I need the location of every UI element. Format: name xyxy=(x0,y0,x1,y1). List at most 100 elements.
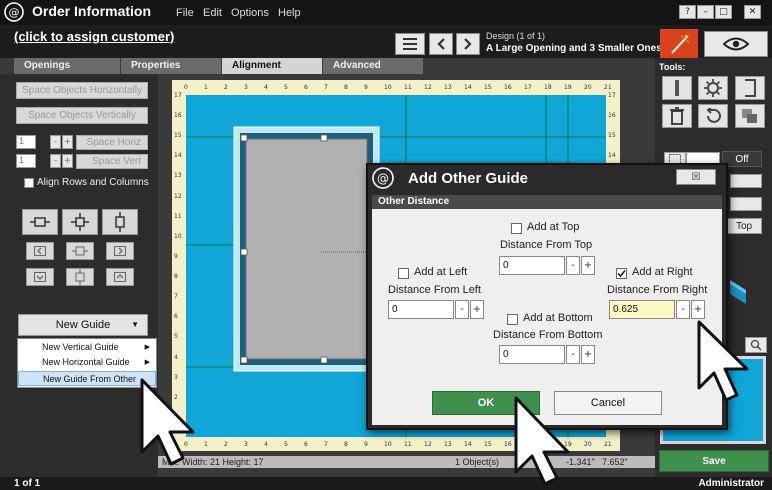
space-horiz-count-input[interactable]: 1 xyxy=(16,135,36,149)
assign-customer-link[interactable]: (click to assign customer) xyxy=(14,29,174,44)
copy-icon[interactable] xyxy=(735,104,765,128)
distance-from-bottom-minus[interactable]: - xyxy=(566,345,580,364)
ruler-bottom-tick: 11 xyxy=(404,441,412,448)
previous-design-button[interactable] xyxy=(429,33,453,55)
ruler-bottom-tick: 12 xyxy=(424,441,432,448)
space-horiz-plus[interactable]: + xyxy=(62,135,73,149)
ruler-right-tick: 16 xyxy=(608,112,616,120)
align-top-icon[interactable] xyxy=(106,268,134,286)
space-vert-minus[interactable]: - xyxy=(50,154,61,168)
tab-properties[interactable]: Properties xyxy=(121,58,221,74)
save-button[interactable]: Save xyxy=(659,450,769,472)
distance-from-bottom-plus[interactable]: + xyxy=(581,345,595,364)
top-button[interactable]: Top xyxy=(726,218,762,234)
off-toggle[interactable]: Off xyxy=(722,151,762,167)
cursor-y: 7.652" xyxy=(602,457,628,467)
space-vert-count-input[interactable]: 1 xyxy=(16,154,36,168)
app-logo-icon: @ xyxy=(4,2,24,22)
next-design-button[interactable] xyxy=(456,33,480,55)
ruler-bottom-tick: 16 xyxy=(504,441,512,448)
new-guide-dropdown[interactable]: New Guide ▼ xyxy=(18,314,148,336)
distance-from-left-plus[interactable]: + xyxy=(470,300,484,319)
pointer-arrow-icon xyxy=(140,378,195,466)
align-center-icon[interactable] xyxy=(62,209,98,235)
help-window-icon[interactable]: ? xyxy=(679,5,696,19)
distance-from-bottom-input[interactable]: 0 xyxy=(499,345,565,364)
svg-text:@: @ xyxy=(377,172,389,186)
add-at-right-checkbox[interactable] xyxy=(616,268,627,279)
gear-icon[interactable] xyxy=(698,76,728,100)
trash-icon[interactable] xyxy=(662,104,692,128)
ruler-bottom-tick: 15 xyxy=(484,441,492,448)
align-right-icon[interactable] xyxy=(106,242,134,260)
ruler-left-tick: 7 xyxy=(174,293,178,301)
distance-from-top-input[interactable]: 0 xyxy=(499,256,565,275)
align-top-bottom-icon[interactable] xyxy=(102,209,138,235)
ruler-top-tick: 9 xyxy=(364,84,368,91)
add-at-bottom-label: Add at Bottom xyxy=(523,312,593,324)
distance-from-left-input[interactable]: 0 xyxy=(388,300,454,319)
align-rows-checkbox[interactable] xyxy=(24,178,34,188)
tool-option-field-2[interactable] xyxy=(730,197,762,211)
menu-help[interactable]: Help xyxy=(278,7,301,19)
space-objects-vertically-button[interactable]: Space Objects Vertically xyxy=(16,107,148,124)
space-objects-horizontally-button[interactable]: Space Objects Horizontally xyxy=(16,82,148,99)
tool-option-field-1[interactable] xyxy=(730,174,762,188)
ruler-top-tick: 11 xyxy=(404,84,412,91)
distance-from-right-plus[interactable]: + xyxy=(691,300,705,319)
add-at-top-checkbox[interactable] xyxy=(511,223,522,234)
knife-icon[interactable] xyxy=(662,76,692,100)
status-bar xyxy=(0,477,772,490)
bracket-icon[interactable] xyxy=(735,76,765,100)
ruler-bottom-tick: 14 xyxy=(464,441,472,448)
ruler-left-tick: 15 xyxy=(174,132,182,140)
distance-from-left-minus[interactable]: - xyxy=(455,300,469,319)
align-left-right-icon[interactable] xyxy=(22,209,58,235)
close-window-icon[interactable]: ✕ xyxy=(744,5,761,19)
hamburger-menu-icon[interactable] xyxy=(395,33,425,55)
maximize-icon[interactable]: □ xyxy=(715,5,732,19)
distance-from-top-minus[interactable]: - xyxy=(566,256,580,275)
ruler-top-tick: 12 xyxy=(424,84,432,91)
space-vert-plus[interactable]: + xyxy=(62,154,73,168)
space-horiz-button[interactable]: Space Horiz xyxy=(76,135,148,150)
menu-edit[interactable]: Edit xyxy=(203,7,222,19)
menu-options[interactable]: Options xyxy=(231,7,269,19)
tab-openings[interactable]: Openings xyxy=(14,58,120,74)
align-left-icon[interactable] xyxy=(26,242,54,260)
add-at-bottom-checkbox[interactable] xyxy=(507,314,518,325)
dialog-title: Add Other Guide xyxy=(408,170,528,187)
add-at-left-checkbox[interactable] xyxy=(398,268,409,279)
ruler-left-tick: 11 xyxy=(174,212,182,220)
tab-alignment[interactable]: Alignment xyxy=(222,58,322,74)
pointer-arrow-icon xyxy=(697,320,749,402)
ruler-bottom-tick: 13 xyxy=(444,441,452,448)
align-bottom-icon[interactable] xyxy=(26,268,54,286)
ruler-top-tick: 15 xyxy=(484,84,492,91)
menu-item-new-vertical-guide[interactable]: New Vertical Guide ▶ xyxy=(18,340,156,355)
ruler-bottom-tick: 20 xyxy=(584,441,592,448)
tab-advanced[interactable]: Advanced xyxy=(323,58,423,74)
ruler-top-tick: 14 xyxy=(464,84,472,91)
ruler-top-tick: 17 xyxy=(524,84,532,91)
space-vert-button[interactable]: Space Vert xyxy=(76,154,148,169)
menu-file[interactable]: File xyxy=(176,7,194,19)
preview-eye-button[interactable] xyxy=(704,31,768,57)
align-horizontal-center-icon[interactable] xyxy=(66,242,94,260)
ruler-left-tick: 14 xyxy=(174,152,182,160)
space-horiz-minus[interactable]: - xyxy=(50,135,61,149)
ruler-top-tick: 21 xyxy=(604,84,612,91)
magic-wand-button[interactable] xyxy=(660,29,698,61)
minimize-icon[interactable]: – xyxy=(697,5,714,19)
align-vertical-center-icon[interactable] xyxy=(66,268,94,286)
dialog-close-button[interactable]: ☒ xyxy=(676,169,716,185)
new-guide-label: New Guide xyxy=(55,319,111,331)
undo-icon[interactable] xyxy=(698,104,728,128)
menu-item-new-guide-from-other[interactable]: New Guide From Other xyxy=(18,371,156,386)
distance-from-top-plus[interactable]: + xyxy=(581,256,595,275)
ruler-left-tick: 12 xyxy=(174,192,182,200)
add-at-right-label: Add at Right xyxy=(632,266,693,278)
menu-item-new-horizontal-guide[interactable]: New Horizontal Guide ▶ xyxy=(18,355,156,370)
distance-from-right-input[interactable]: 0.625 xyxy=(609,300,675,319)
distance-from-right-minus[interactable]: - xyxy=(676,300,690,319)
